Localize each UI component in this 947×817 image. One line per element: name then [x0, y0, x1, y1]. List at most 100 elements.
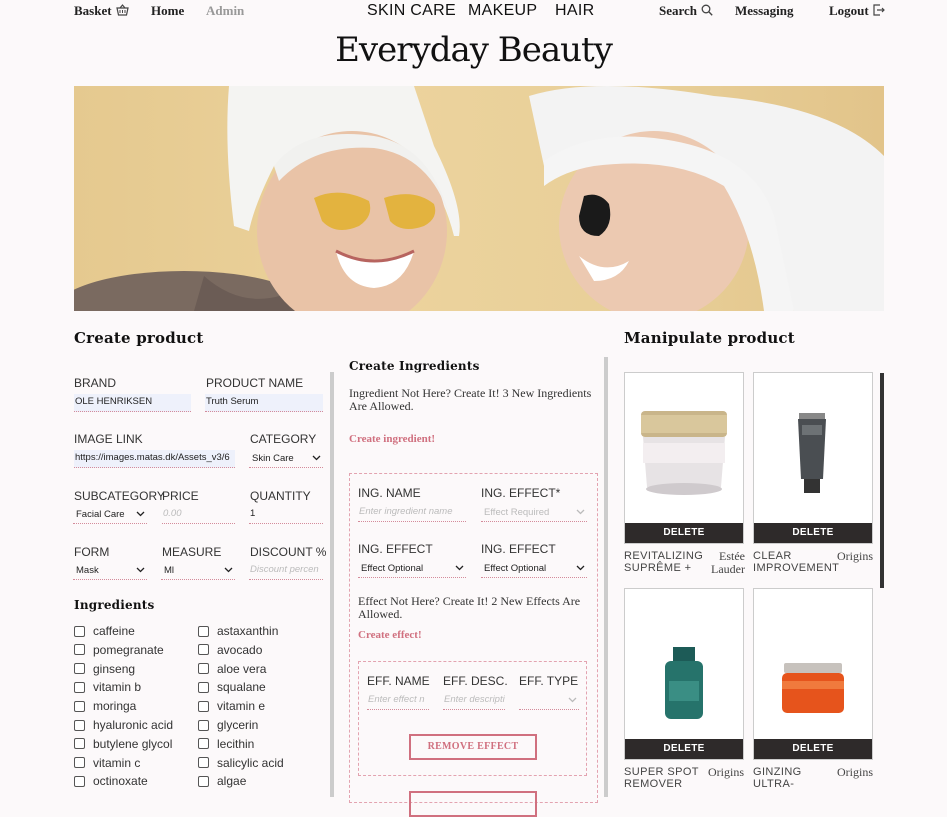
ingredient-label: astaxanthin — [217, 624, 279, 638]
ingredient-checkbox-row[interactable]: algae — [198, 774, 246, 788]
delete-button[interactable]: DELETE — [754, 523, 872, 543]
checkbox[interactable] — [74, 775, 85, 787]
top-nav: Basket Home Admin SKIN CARE MAKEUP HAIR … — [0, 0, 947, 30]
ingredient-checkbox-row[interactable]: caffeine — [74, 624, 135, 638]
form-select[interactable]: Mask — [73, 562, 147, 580]
divider — [604, 357, 608, 797]
ingredient-label: hyaluronic acid — [93, 718, 174, 732]
basket-icon — [115, 4, 129, 20]
ingredient-checkbox-row[interactable]: lecithin — [198, 737, 254, 751]
ingredient-label: avocado — [217, 642, 263, 657]
chevron-down-icon — [136, 509, 145, 521]
ing-name-label: ING. NAME — [358, 486, 421, 500]
remove-effect-button[interactable]: REMOVE EFFECT — [409, 734, 537, 760]
secondary-button[interactable] — [409, 791, 537, 817]
ingredient-checkbox-row[interactable]: salicylic acid — [198, 756, 284, 770]
ing-effect-required-label: ING. EFFECT* — [481, 486, 561, 500]
eff-name-label: EFF. NAME — [367, 674, 430, 688]
product-image — [798, 413, 826, 493]
ing-effect-required-select[interactable]: Effect Required — [481, 504, 587, 522]
search-link[interactable]: Search — [659, 3, 713, 20]
ingredient-label: butylene glycol — [93, 736, 173, 751]
ing-name-input[interactable]: Enter ingredient name — [358, 504, 466, 522]
delete-button[interactable]: DELETE — [625, 739, 743, 759]
ingredient-checkbox-row[interactable]: butylene glycol — [74, 737, 172, 751]
measure-select[interactable]: Ml — [161, 562, 235, 580]
ingredient-checkbox-row[interactable]: hyaluronic acid — [74, 718, 173, 732]
scrollbar[interactable] — [880, 373, 884, 588]
subcategory-select[interactable]: Facial Care — [73, 506, 147, 524]
nav-skin-care[interactable]: SKIN CARE — [367, 2, 456, 20]
admin-link[interactable]: Admin — [206, 3, 244, 19]
checkbox[interactable] — [74, 738, 85, 750]
product-card[interactable]: DELETE — [753, 372, 873, 544]
checkbox[interactable] — [198, 644, 209, 656]
ingredient-checkbox-row[interactable]: vitamin c — [74, 756, 140, 770]
nav-hair[interactable]: HAIR — [555, 2, 594, 20]
ingredient-checkbox-row[interactable]: aloe vera — [198, 662, 266, 676]
product-brand: Origins — [708, 765, 744, 779]
eff-desc-input[interactable]: Enter descripti — [443, 692, 505, 710]
discount-input[interactable]: Discount percen — [249, 562, 323, 580]
checkbox[interactable] — [198, 681, 209, 693]
ingredient-checkbox-row[interactable]: vitamin e — [198, 699, 265, 713]
ingredient-checkbox-row[interactable]: glycerin — [198, 718, 258, 732]
checkbox[interactable] — [74, 681, 85, 693]
ingredient-checkbox-row[interactable]: moringa — [74, 699, 136, 713]
site-logo[interactable]: Everyday Beauty — [0, 30, 947, 70]
manipulate-product-title: Manipulate product — [624, 329, 795, 347]
quantity-input[interactable]: 1 — [249, 506, 323, 524]
checkbox[interactable] — [74, 700, 85, 712]
delete-button[interactable]: DELETE — [754, 739, 872, 759]
checkbox[interactable] — [198, 775, 209, 787]
ingredient-checkbox-row[interactable]: vitamin b — [74, 680, 141, 694]
ingredient-checkbox-row[interactable]: squalane — [198, 680, 266, 694]
product-card[interactable]: DELETE — [624, 588, 744, 760]
checkbox[interactable] — [74, 719, 85, 731]
checkbox[interactable] — [74, 625, 85, 637]
create-effect-link[interactable]: Create effect! — [358, 629, 422, 641]
ingredient-checkbox-row[interactable]: ginseng — [74, 662, 135, 676]
ingredient-checkbox-row[interactable]: astaxanthin — [198, 624, 278, 638]
checkbox[interactable] — [198, 663, 209, 675]
home-link[interactable]: Home — [151, 3, 184, 19]
product-name-input[interactable]: Truth Serum — [205, 394, 323, 412]
image-link-input[interactable]: https://images.matas.dk/Assets_v3/6 — [74, 450, 235, 468]
nav-makeup[interactable]: MAKEUP — [468, 2, 537, 20]
checkbox[interactable] — [198, 625, 209, 637]
product-card[interactable]: DELETE — [624, 372, 744, 544]
ingredient-checkbox-row[interactable]: avocado — [198, 643, 262, 657]
checkbox[interactable] — [198, 757, 209, 769]
ingredient-checkbox-row[interactable]: pomegranate — [74, 643, 164, 657]
ingredient-checkbox-row[interactable]: octinoxate — [74, 774, 148, 788]
price-input[interactable]: 0.00 — [162, 506, 235, 524]
checkbox[interactable] — [74, 757, 85, 769]
create-ingredient-link[interactable]: Create ingredient! — [349, 433, 435, 445]
ingredient-label: lecithin — [217, 736, 255, 751]
delete-button[interactable]: DELETE — [625, 523, 743, 543]
ingredient-label: aloe vera — [217, 661, 267, 676]
ing-effect-select-2[interactable]: Effect Optional — [481, 560, 587, 578]
divider — [330, 372, 334, 797]
product-card[interactable]: DELETE — [753, 588, 873, 760]
checkbox[interactable] — [198, 738, 209, 750]
chevron-down-icon — [568, 695, 577, 707]
eff-type-select[interactable] — [519, 692, 579, 710]
ing-effect-label-1: ING. EFFECT — [358, 542, 433, 556]
logout-link[interactable]: Logout — [829, 3, 885, 20]
ingredient-label: vitamin c — [93, 755, 141, 770]
basket-link[interactable]: Basket — [74, 3, 129, 20]
product-image — [665, 647, 703, 719]
checkbox[interactable] — [198, 700, 209, 712]
checkbox[interactable] — [198, 719, 209, 731]
ing-effect-select-1[interactable]: Effect Optional — [358, 560, 466, 578]
checkbox[interactable] — [74, 644, 85, 656]
brand-input[interactable]: OLE HENRIKSEN — [74, 394, 191, 412]
messaging-link[interactable]: Messaging — [735, 3, 794, 19]
eff-name-input[interactable]: Enter effect n — [367, 692, 429, 710]
checkbox[interactable] — [74, 663, 85, 675]
category-select[interactable]: Skin Care — [249, 450, 323, 468]
ingredient-label: pomegranate — [93, 642, 164, 657]
image-link-label: IMAGE LINK — [74, 432, 143, 446]
discount-label: DISCOUNT % — [250, 545, 327, 559]
